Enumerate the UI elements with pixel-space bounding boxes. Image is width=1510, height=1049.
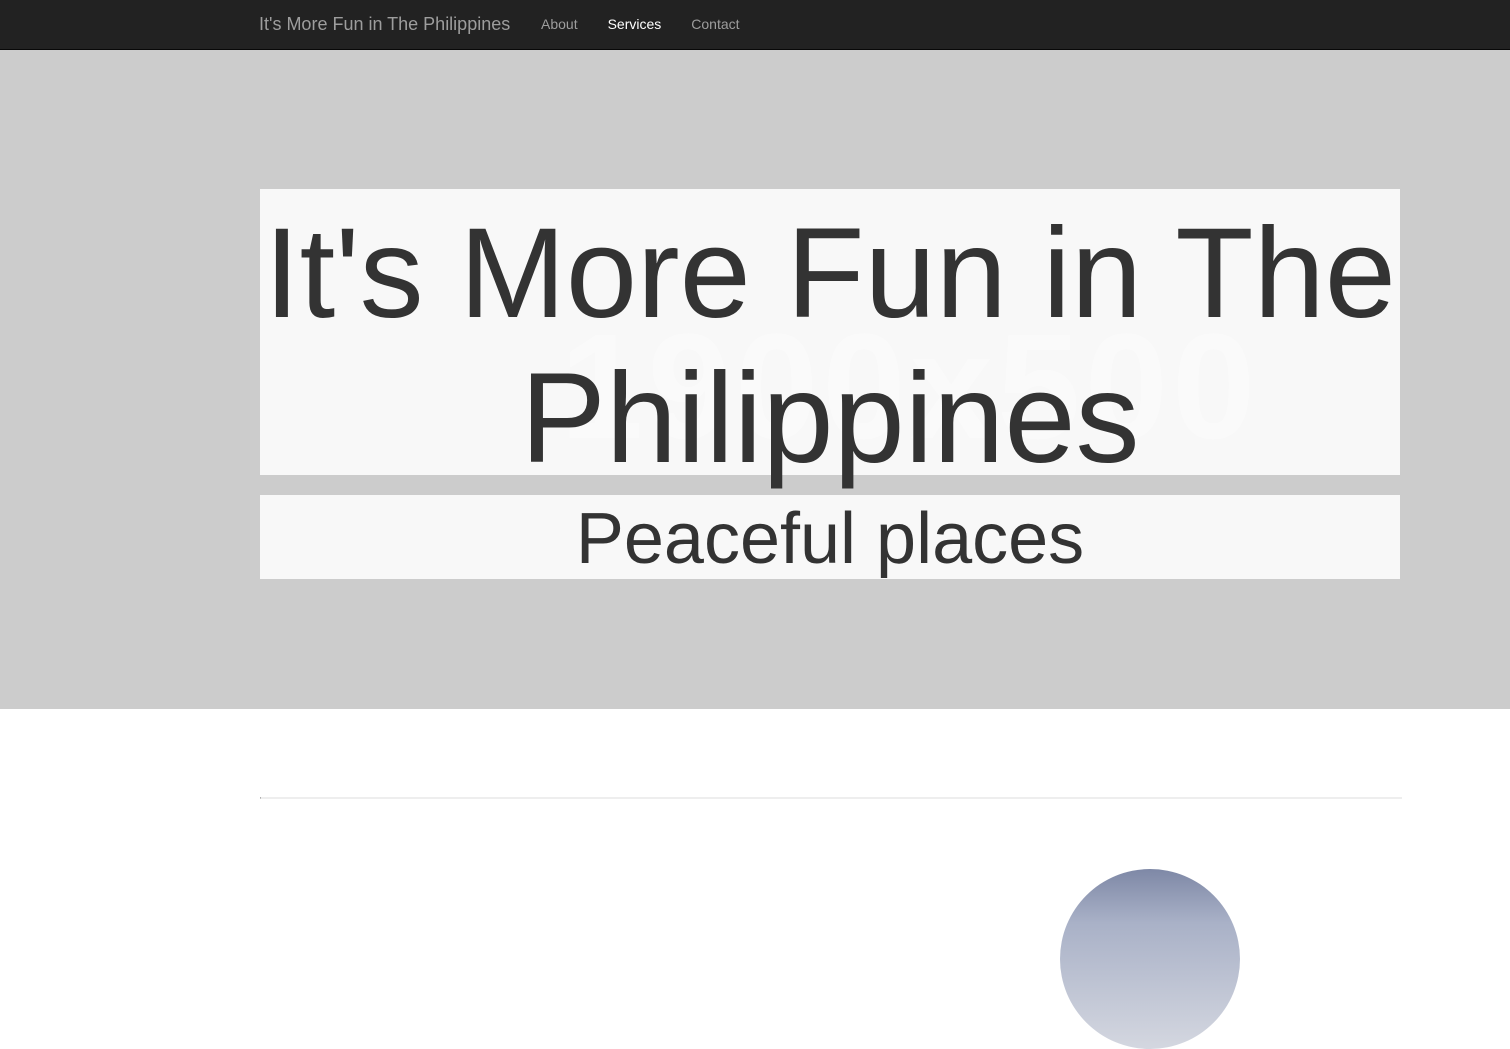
hero-title-box: It's More Fun in The Philippines	[260, 189, 1400, 490]
section-divider	[260, 797, 1402, 799]
featured-circle-image	[1060, 869, 1240, 1049]
hero-subtitle-box: Peaceful places	[260, 495, 1400, 579]
nav-link-contact[interactable]: Contact	[691, 15, 739, 33]
top-navbar: It's More Fun in The Philippines About S…	[0, 0, 1510, 50]
hero-banner: 1900x500 It's More Fun in The Philippine…	[0, 50, 1510, 709]
nav-link-services[interactable]: Services	[608, 15, 662, 33]
nav-link-about[interactable]: About	[541, 15, 578, 33]
hero-subtitle: Peaceful places	[575, 499, 1085, 579]
hero-title: It's More Fun in The Philippines	[264, 202, 1396, 490]
brand-link[interactable]: It's More Fun in The Philippines	[259, 13, 510, 35]
nav-links: About Services Contact	[541, 15, 770, 33]
